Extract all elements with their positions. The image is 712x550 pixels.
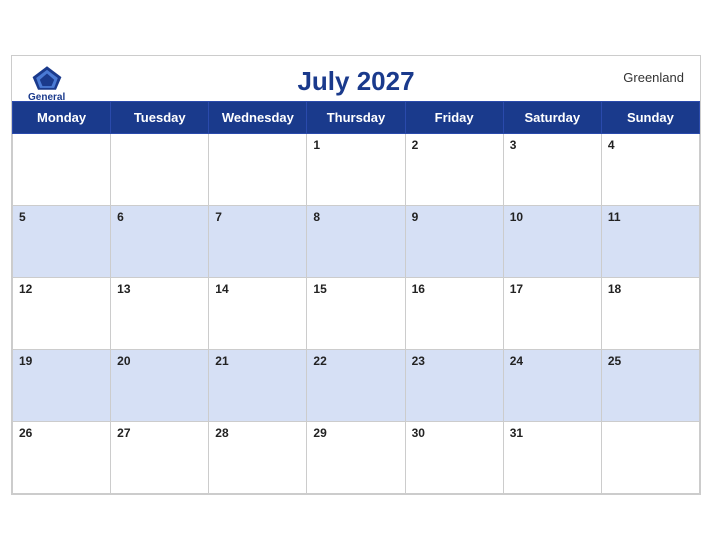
header-sunday: Sunday <box>601 102 699 134</box>
day-cell-16: 16 <box>405 278 503 350</box>
day-cell-20: 20 <box>111 350 209 422</box>
day-cell-22: 22 <box>307 350 405 422</box>
day-cell-6: 6 <box>111 206 209 278</box>
weekday-header-row: Monday Tuesday Wednesday Thursday Friday… <box>13 102 700 134</box>
header-wednesday: Wednesday <box>209 102 307 134</box>
day-cell-empty <box>111 134 209 206</box>
day-cell-29: 29 <box>307 422 405 494</box>
day-cell-31: 31 <box>503 422 601 494</box>
day-cell-4: 4 <box>601 134 699 206</box>
day-cell-21: 21 <box>209 350 307 422</box>
calendar-container: General Blue July 2027 Greenland Monday … <box>11 55 701 495</box>
day-cell-8: 8 <box>307 206 405 278</box>
day-cell-10: 10 <box>503 206 601 278</box>
day-cell-15: 15 <box>307 278 405 350</box>
calendar-header: General Blue July 2027 Greenland <box>12 56 700 101</box>
day-cell-12: 12 <box>13 278 111 350</box>
week-row-4: 19 20 21 22 23 24 25 <box>13 350 700 422</box>
header-tuesday: Tuesday <box>111 102 209 134</box>
day-cell-3: 3 <box>503 134 601 206</box>
day-cell-30: 30 <box>405 422 503 494</box>
day-cell-9: 9 <box>405 206 503 278</box>
day-cell-13: 13 <box>111 278 209 350</box>
day-cell-18: 18 <box>601 278 699 350</box>
day-cell-28: 28 <box>209 422 307 494</box>
header-saturday: Saturday <box>503 102 601 134</box>
week-row-2: 5 6 7 8 9 10 11 <box>13 206 700 278</box>
logo: General Blue <box>28 64 65 114</box>
day-cell-empty <box>13 134 111 206</box>
day-cell-11: 11 <box>601 206 699 278</box>
day-cell-5: 5 <box>13 206 111 278</box>
day-cell-7: 7 <box>209 206 307 278</box>
day-cell-19: 19 <box>13 350 111 422</box>
week-row-5: 26 27 28 29 30 31 <box>13 422 700 494</box>
day-cell-23: 23 <box>405 350 503 422</box>
header-thursday: Thursday <box>307 102 405 134</box>
day-cell-1: 1 <box>307 134 405 206</box>
region-label: Greenland <box>623 70 684 85</box>
day-cell-2: 2 <box>405 134 503 206</box>
calendar-title: July 2027 <box>28 66 684 97</box>
logo-general: General <box>28 92 65 103</box>
logo-blue: Blue <box>36 103 58 114</box>
calendar-table: Monday Tuesday Wednesday Thursday Friday… <box>12 101 700 494</box>
week-row-3: 12 13 14 15 16 17 18 <box>13 278 700 350</box>
day-cell-24: 24 <box>503 350 601 422</box>
day-cell-26: 26 <box>13 422 111 494</box>
day-cell-17: 17 <box>503 278 601 350</box>
week-row-1: 1 2 3 4 <box>13 134 700 206</box>
day-cell-14: 14 <box>209 278 307 350</box>
day-cell-25: 25 <box>601 350 699 422</box>
header-friday: Friday <box>405 102 503 134</box>
day-cell-27: 27 <box>111 422 209 494</box>
day-cell-empty <box>209 134 307 206</box>
day-cell-empty-end <box>601 422 699 494</box>
